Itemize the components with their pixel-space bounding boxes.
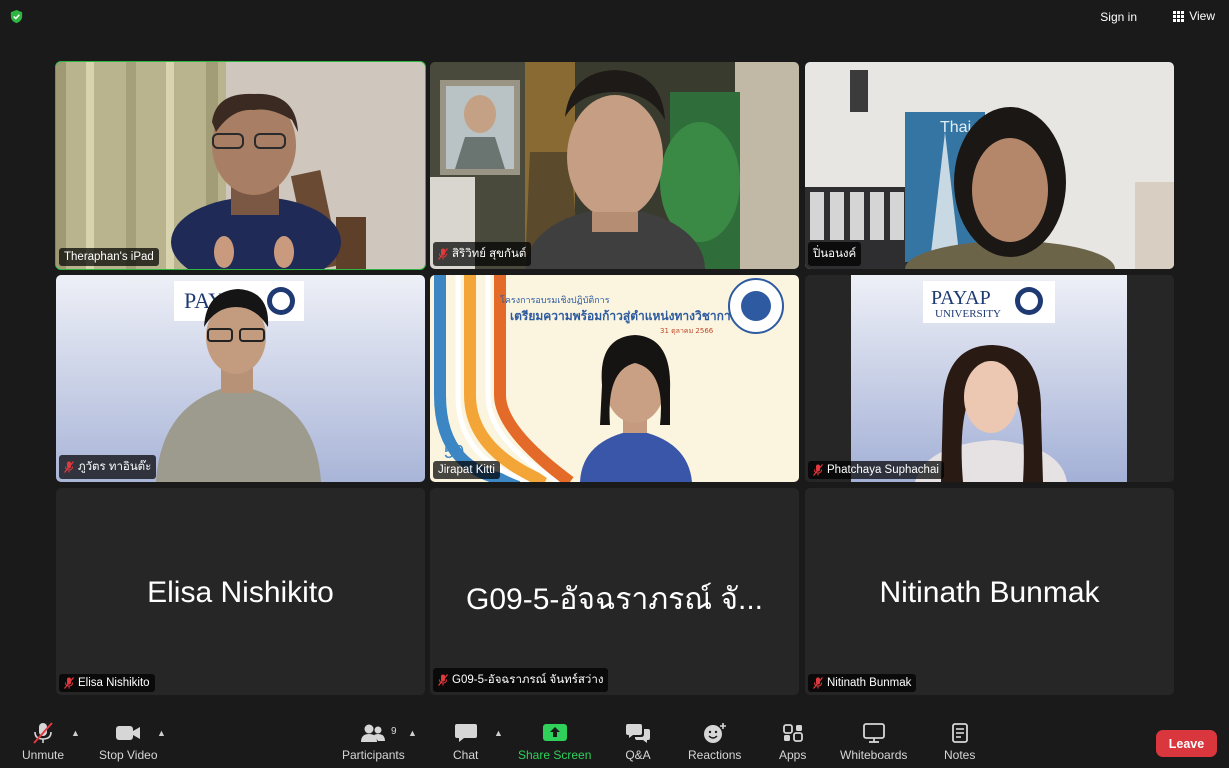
mic-muted-icon	[438, 674, 448, 686]
video-tile-nitinath[interactable]: Nitinath Bunmak Nitinath Bunmak	[805, 488, 1174, 695]
participant-nameplate: ปิ่นอนงค์	[808, 242, 862, 266]
reactions-icon	[703, 723, 726, 743]
participant-nameplate: Theraphan's iPad	[59, 248, 159, 266]
mic-muted-icon	[64, 677, 74, 689]
chat-label: Chat	[453, 748, 479, 762]
video-tile-therphan[interactable]: Theraphan's iPad	[55, 61, 426, 270]
participants-count: 9	[391, 726, 397, 737]
participant-name: สิริวิทย์ สุขกันต์	[452, 248, 527, 260]
participant-video	[56, 62, 425, 269]
view-button[interactable]: View	[1173, 9, 1215, 23]
video-tile-phatchaya[interactable]: PAYAP UNIVERSITY Phatchaya Suphachai	[805, 275, 1174, 482]
participant-video: โครงการอบรมเชิงปฏิบัติการ เตรียมความพร้อ…	[430, 275, 799, 482]
notes-icon	[951, 723, 968, 743]
notes-label: Notes	[944, 748, 976, 762]
participants-label: Participants	[342, 748, 405, 762]
video-tile-pinanong[interactable]: Thai ปิ่นอนงค์	[805, 62, 1174, 269]
share-screen-button[interactable]: Share Screen	[518, 722, 591, 762]
sign-in-link[interactable]: Sign in	[1100, 10, 1137, 24]
participant-name: G09-5-อัจฉราภรณ์ จันทร์สว่าง	[452, 674, 604, 686]
whiteboards-label: Whiteboards	[840, 748, 908, 762]
reactions-label: Reactions	[688, 748, 742, 762]
unmute-button[interactable]: Unmute	[22, 722, 64, 762]
chat-bubble-icon	[454, 724, 477, 742]
mic-muted-icon	[33, 722, 53, 744]
participant-video: PAYAP UNIVERSITY	[805, 275, 1174, 482]
slide-line-2: เตรียมความพร้อมก้าวสู่ตำแหน่งทางวิชาการ	[510, 309, 738, 324]
view-label: View	[1189, 9, 1215, 23]
qa-icon	[626, 724, 650, 743]
participants-icon	[361, 724, 386, 742]
stop-video-label: Stop Video	[99, 748, 158, 762]
whiteboard-icon	[862, 723, 885, 743]
participant-name: Phatchaya Suphachai	[827, 464, 939, 476]
slide-line-1: โครงการอบรมเชิงปฏิบัติการ	[500, 295, 610, 306]
participant-nameplate: ภูวัตร ทาอินต๊ะ	[59, 455, 157, 479]
participant-nameplate: Phatchaya Suphachai	[808, 461, 944, 479]
qa-button[interactable]: Q&A	[625, 722, 651, 762]
leave-button[interactable]: Leave	[1156, 730, 1217, 757]
payap-logo-text: PAYAP	[931, 287, 991, 309]
grid-view-icon	[1173, 10, 1185, 22]
video-tile-elisa[interactable]: Elisa Nishikito Elisa Nishikito	[56, 488, 425, 695]
chat-button[interactable]: Chat	[453, 722, 478, 762]
participant-video: PAYAP	[56, 275, 425, 482]
participant-name: ปิ่นอนงค์	[813, 248, 857, 260]
reactions-button[interactable]: Reactions	[688, 722, 741, 762]
stop-video-button[interactable]: Stop Video	[99, 722, 158, 762]
video-tile-siriwit[interactable]: สิริวิทย์ สุขกันต์	[430, 62, 799, 269]
payap-sub-text: UNIVERSITY	[935, 308, 1001, 320]
apps-button[interactable]: Apps	[779, 722, 806, 762]
participant-nameplate: สิริวิทย์ สุขกันต์	[433, 242, 532, 266]
video-tile-phuwat[interactable]: PAYAP ภูวัตร ทาอินต๊ะ	[56, 275, 425, 482]
participant-name: Elisa Nishikito	[78, 677, 150, 689]
participant-video	[430, 62, 799, 269]
apps-icon	[782, 724, 803, 742]
participant-nameplate: Nitinath Bunmak	[808, 674, 917, 692]
video-tile-g09[interactable]: G09-5-อัจฉราภรณ์ จั... G09-5-อัจฉราภรณ์ …	[430, 488, 799, 695]
participant-name: Theraphan's iPad	[64, 251, 154, 263]
participant-nameplate: Jirapat Kitti	[433, 461, 500, 479]
video-tile-jirapat[interactable]: โครงการอบรมเชิงปฏิบัติการ เตรียมความพร้อ…	[430, 275, 799, 482]
qa-label: Q&A	[625, 748, 651, 762]
mic-muted-icon	[64, 461, 74, 473]
participant-name: ภูวัตร ทาอินต๊ะ	[78, 461, 152, 473]
participant-name: Jirapat Kitti	[438, 464, 495, 476]
share-screen-label: Share Screen	[518, 748, 592, 762]
thai-poster-text: Thai	[940, 119, 971, 136]
whiteboards-button[interactable]: Whiteboards	[840, 722, 907, 762]
slide-50-logo: 50	[444, 442, 464, 462]
participant-display-name: G09-5-อัจฉราภรณ์ จั...	[466, 583, 763, 616]
meeting-toolbar: Unmute ▲ Stop Video ▲ Participants 9 ▲ C…	[0, 716, 1229, 768]
participant-name: Nitinath Bunmak	[827, 677, 912, 689]
notes-button[interactable]: Notes	[944, 722, 975, 762]
participant-video: Thai	[805, 62, 1174, 269]
mic-muted-icon	[813, 677, 823, 689]
participant-nameplate: Elisa Nishikito	[59, 674, 155, 692]
participant-display-name: Elisa Nishikito	[147, 576, 334, 609]
apps-label: Apps	[779, 748, 807, 762]
chat-options-caret-icon[interactable]: ▲	[494, 728, 503, 738]
mic-muted-icon	[813, 464, 823, 476]
share-screen-icon	[542, 724, 567, 741]
slide-date: 31 ตุลาคม 2566	[660, 327, 714, 335]
video-camera-icon	[116, 726, 141, 740]
participant-nameplate: G09-5-อัจฉราภรณ์ จันทร์สว่าง	[433, 668, 609, 692]
top-bar: Sign in View	[0, 0, 1229, 34]
participant-display-name: Nitinath Bunmak	[879, 576, 1100, 609]
video-options-caret-icon[interactable]: ▲	[157, 728, 166, 738]
mic-muted-icon	[438, 248, 448, 260]
audio-options-caret-icon[interactable]: ▲	[71, 728, 80, 738]
participants-options-caret-icon[interactable]: ▲	[408, 728, 417, 738]
unmute-label: Unmute	[22, 748, 65, 762]
security-shield-icon[interactable]	[9, 9, 24, 24]
